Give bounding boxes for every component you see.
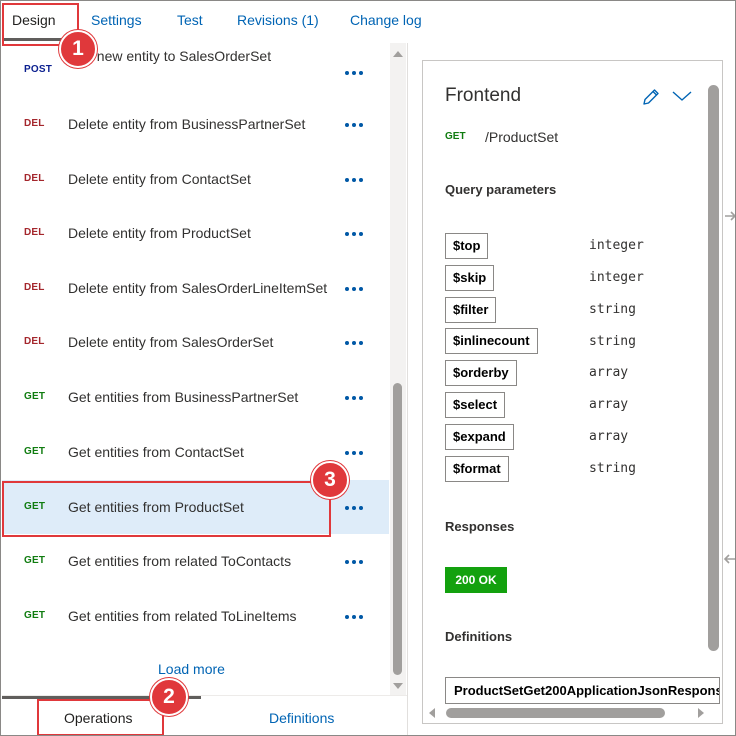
more-dots-icon[interactable]: [343, 445, 365, 459]
more-dots-icon[interactable]: [343, 390, 365, 404]
query-parameters-heading: Query parameters: [445, 182, 557, 197]
more-dots-icon[interactable]: [343, 172, 365, 186]
more-dots-icon[interactable]: [343, 554, 365, 568]
callout-number-3: 3: [311, 461, 349, 499]
query-param-name: $orderby: [445, 360, 517, 386]
pane-divider[interactable]: [407, 43, 408, 735]
callout-number-1: 1: [59, 30, 97, 68]
scroll-left-arrow-icon[interactable]: [429, 708, 435, 718]
query-param-name: $top: [445, 233, 489, 259]
definition-name-box[interactable]: ProductSetGet200ApplicationJsonResponse: [445, 677, 720, 704]
query-param-name: $expand: [445, 424, 514, 450]
method-badge: GET: [24, 391, 46, 402]
method-badge: DEL: [24, 227, 45, 238]
pencil-icon[interactable]: [641, 87, 661, 107]
more-dots-icon[interactable]: [343, 281, 365, 295]
operation-row[interactable]: DEL Delete entity from ContactSet: [2, 152, 389, 206]
scroll-right-arrow-icon[interactable]: [698, 708, 704, 718]
operation-title: Delete entity from BusinessPartnerSet: [68, 116, 306, 132]
more-dots-icon[interactable]: [343, 117, 365, 131]
operation-title: Get entities from ContactSet: [68, 444, 244, 460]
operation-row[interactable]: DEL Delete entity from BusinessPartnerSe…: [2, 97, 389, 151]
responses-heading: Responses: [445, 519, 515, 534]
callout-box-selected-operation: [2, 481, 331, 537]
scroll-up-arrow-icon[interactable]: [393, 51, 403, 57]
operation-row[interactable]: DEL Delete entity from SalesOrderLineIte…: [2, 261, 389, 315]
query-param-type: string: [589, 461, 636, 476]
query-param-name: $select: [445, 392, 506, 418]
operation-title: Get entities from BusinessPartnerSet: [68, 389, 299, 405]
api-designer-window: Design Settings Test Revisions (1) Chang…: [0, 0, 736, 736]
query-param-type: integer: [589, 238, 644, 253]
tab-definitions[interactable]: Definitions: [269, 710, 334, 726]
method-badge: DEL: [24, 336, 45, 347]
callout-box-operations-tab: [37, 699, 164, 735]
operation-row[interactable]: DEL Delete entity from SalesOrderSet: [2, 315, 389, 369]
frontend-panel: Frontend GET /ProductSet Query parameter…: [422, 60, 723, 724]
method-badge: GET: [24, 555, 46, 566]
frontend-horizontal-scrollbar[interactable]: [446, 708, 665, 718]
method-badge: GET: [24, 446, 46, 457]
query-param-name: $filter: [445, 297, 497, 323]
load-more-link[interactable]: Load more: [158, 661, 225, 677]
query-param-name: $inlinecount: [445, 328, 538, 354]
more-dots-icon[interactable]: [343, 226, 365, 240]
operation-title: Get entities from related ToContacts: [68, 553, 292, 569]
definitions-heading: Definitions: [445, 629, 513, 644]
scroll-down-arrow-icon[interactable]: [393, 683, 403, 689]
query-param-name: $format: [445, 456, 509, 482]
method-badge: DEL: [24, 282, 45, 293]
operation-row[interactable]: GET Get entities from BusinessPartnerSet: [2, 370, 389, 424]
operation-title: Add new entity to SalesOrderSet: [68, 48, 272, 64]
frontend-url-path: /ProductSet: [485, 129, 559, 145]
query-param-type: array: [589, 365, 629, 380]
operations-list: POST Add new entity to SalesOrderSet DEL…: [2, 43, 407, 697]
query-param-type: string: [589, 334, 636, 349]
operations-scrollbar-thumb[interactable]: [393, 383, 402, 675]
query-param-type: integer: [589, 270, 644, 285]
more-dots-icon[interactable]: [343, 65, 365, 79]
frontend-title: Frontend: [445, 85, 522, 106]
tab-change-log[interactable]: Change log: [350, 1, 422, 41]
more-dots-icon[interactable]: [343, 609, 365, 623]
operation-title: Delete entity from SalesOrderLineItemSet: [68, 280, 328, 296]
more-dots-icon[interactable]: [343, 335, 365, 349]
operation-row[interactable]: GET Get entities from related ToLineItem…: [2, 589, 389, 643]
method-badge: DEL: [24, 118, 45, 129]
query-param-type: array: [589, 429, 629, 444]
frontend-vertical-scrollbar[interactable]: [708, 85, 719, 651]
operation-title: Delete entity from ContactSet: [68, 171, 251, 187]
query-param-type: string: [589, 302, 636, 317]
operation-title: Delete entity from ProductSet: [68, 225, 251, 241]
frontend-method-badge: GET: [445, 131, 466, 142]
arrow-right-icon[interactable]: [723, 209, 736, 223]
more-dots-icon[interactable]: [343, 500, 365, 514]
method-badge: POST: [24, 64, 53, 75]
callout-number-2: 2: [150, 678, 188, 716]
arrow-left-icon[interactable]: [723, 552, 736, 566]
operation-row[interactable]: GET Get entities from related ToContacts: [2, 534, 389, 588]
query-param-type: array: [589, 397, 629, 412]
query-param-name: $skip: [445, 265, 495, 291]
operation-title: Get entities from related ToLineItems: [68, 608, 297, 624]
method-badge: DEL: [24, 173, 45, 184]
method-badge: GET: [24, 610, 46, 621]
operation-title: Delete entity from SalesOrderSet: [68, 334, 274, 350]
chevron-down-icon[interactable]: [672, 89, 692, 103]
status-badge[interactable]: 200 OK: [445, 567, 507, 593]
operation-row[interactable]: DEL Delete entity from ProductSet: [2, 206, 389, 260]
